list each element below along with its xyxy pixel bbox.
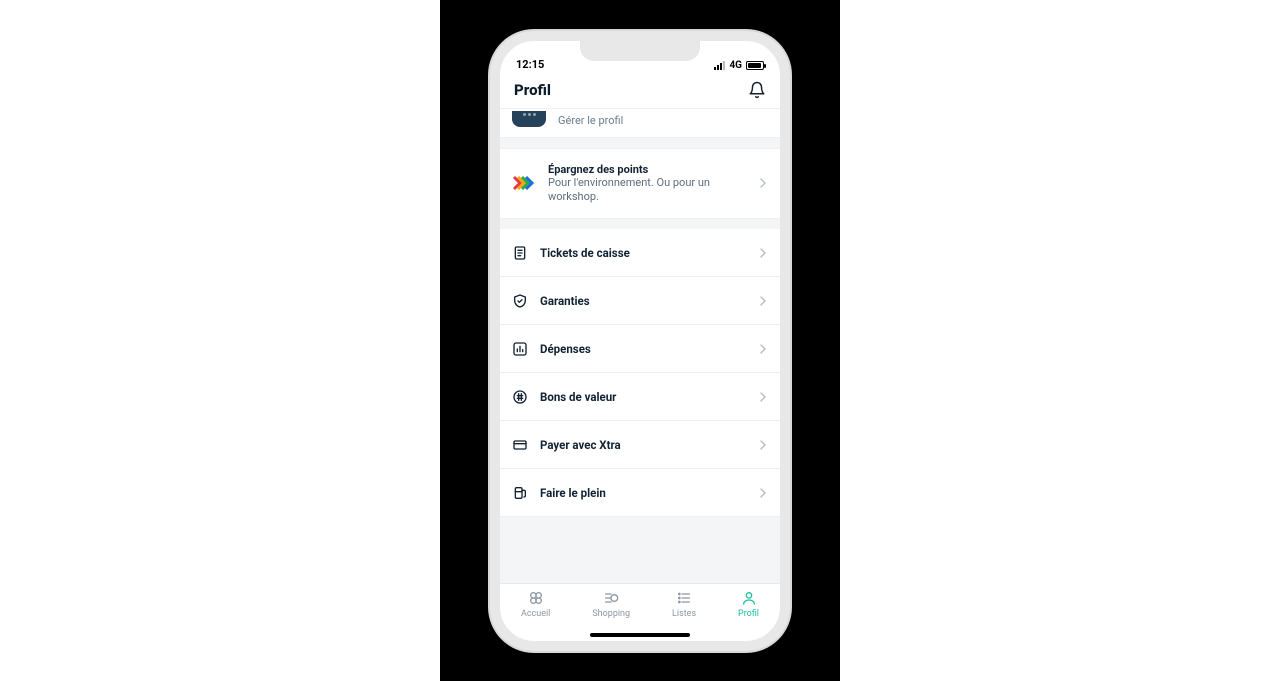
chevron-right-icon	[758, 440, 768, 450]
manage-profile-link[interactable]: Gérer le profil	[558, 114, 623, 127]
card-icon	[512, 437, 528, 453]
menu-row-chart[interactable]: Dépenses	[500, 325, 780, 373]
battery-icon	[746, 61, 764, 70]
status-right: 4G	[714, 60, 764, 71]
chevron-right-icon	[758, 488, 768, 498]
phone-frame: 12:15 4G Profil	[490, 31, 790, 651]
tab-label: Profil	[738, 609, 759, 619]
phone-screen: 12:15 4G Profil	[500, 41, 780, 641]
tab-accueil[interactable]: Accueil	[521, 590, 550, 619]
menu-row-label: Dépenses	[540, 342, 746, 356]
receipt-icon	[512, 245, 528, 261]
home-indicator[interactable]	[590, 633, 690, 637]
menu-row-label: Garanties	[540, 294, 746, 308]
chevron-right-icon	[758, 344, 768, 354]
profile-card[interactable]: Gérer le profil	[500, 109, 780, 138]
content-spacer	[500, 517, 780, 582]
signal-icon	[714, 61, 725, 70]
bell-icon[interactable]	[748, 81, 766, 99]
network-label: 4G	[729, 60, 742, 71]
home-icon	[528, 590, 544, 606]
tab-label: Listes	[672, 609, 696, 619]
tab-label: Shopping	[592, 609, 630, 619]
app-header: Profil	[500, 73, 780, 109]
chevron-right-icon	[758, 296, 768, 306]
chart-icon	[512, 341, 528, 357]
dark-panel: 12:15 4G Profil	[440, 0, 840, 681]
points-title: Épargnez des points	[548, 163, 746, 176]
section-gap	[500, 219, 780, 229]
tab-listes[interactable]: Listes	[672, 590, 696, 619]
chevron-right-icon	[758, 392, 768, 402]
tab-profil[interactable]: Profil	[738, 590, 759, 619]
menu-row-label: Bons de valeur	[540, 390, 746, 404]
menu-row-voucher[interactable]: Bons de valeur	[500, 373, 780, 421]
menu-row-label: Tickets de caisse	[540, 246, 746, 260]
points-card[interactable]: Épargnez des points Pour l'environnement…	[500, 148, 780, 220]
profile-icon	[741, 590, 757, 606]
chevron-right-icon	[758, 248, 768, 258]
list-icon	[676, 590, 692, 606]
status-time: 12:15	[516, 58, 544, 71]
points-text-block: Épargnez des points Pour l'environnement…	[548, 163, 746, 205]
menu-row-card[interactable]: Payer avec Xtra	[500, 421, 780, 469]
tab-shopping[interactable]: Shopping	[592, 590, 630, 619]
menu-row-label: Faire le plein	[540, 486, 746, 500]
chevrons-icon	[512, 171, 536, 195]
menu-row-label: Payer avec Xtra	[540, 438, 746, 452]
menu-row-shield[interactable]: Garanties	[500, 277, 780, 325]
shield-icon	[512, 293, 528, 309]
shopping-icon	[603, 590, 619, 606]
menu-row-fuel[interactable]: Faire le plein	[500, 469, 780, 517]
chevron-right-icon	[758, 178, 768, 188]
page-title: Profil	[514, 81, 551, 99]
voucher-icon	[512, 389, 528, 405]
phone-notch	[580, 41, 700, 61]
points-subtitle: Pour l'environnement. Ou pour un worksho…	[548, 176, 746, 205]
menu-row-receipt[interactable]: Tickets de caisse	[500, 229, 780, 277]
content-area: Gérer le profil Épargnez des po	[500, 109, 780, 583]
fuel-icon	[512, 485, 528, 501]
section-gap	[500, 138, 780, 148]
tab-label: Accueil	[521, 609, 550, 619]
avatar	[512, 111, 546, 127]
